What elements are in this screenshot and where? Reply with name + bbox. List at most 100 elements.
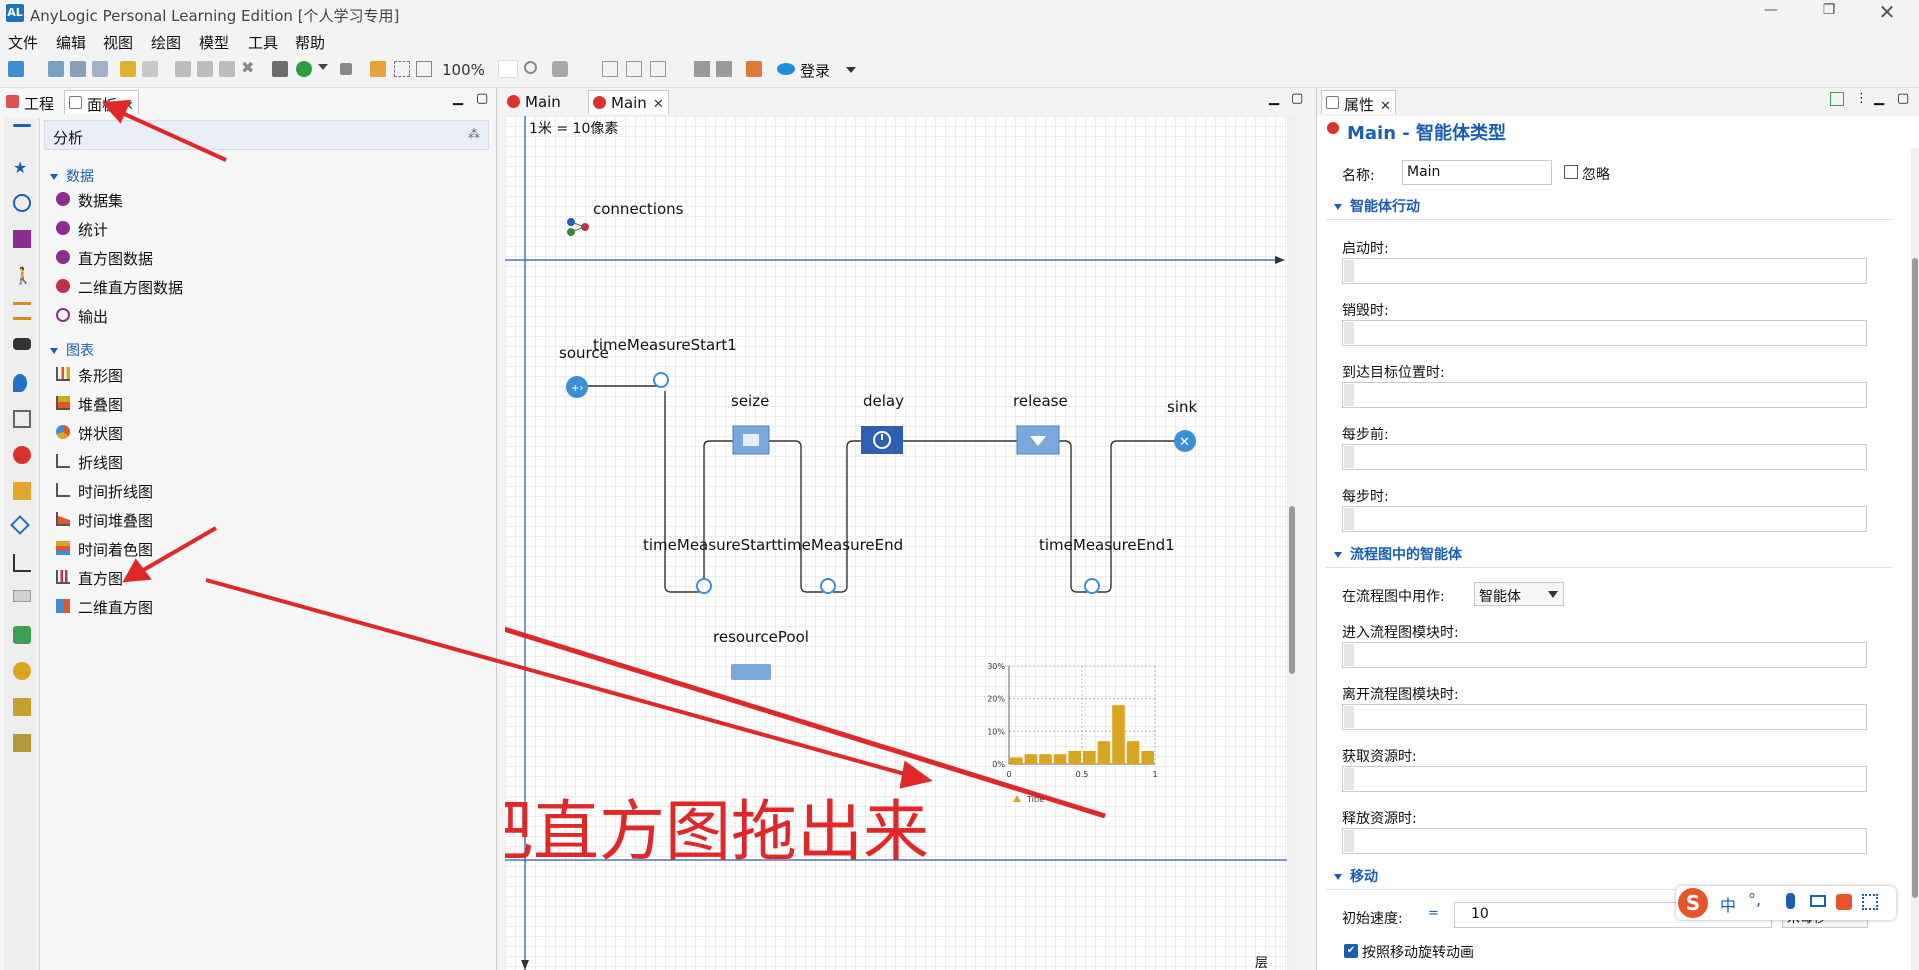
run-icon[interactable] — [296, 61, 312, 77]
scrollbar-thumb[interactable] — [1289, 506, 1295, 674]
rail-icon[interactable] — [13, 302, 31, 320]
flow-use-select[interactable]: 智能体 — [1474, 582, 1564, 606]
agent-icon[interactable] — [13, 446, 31, 464]
menu-model[interactable]: 模型 — [199, 32, 229, 53]
section-charts[interactable]: 图表 — [50, 340, 94, 360]
build-icon[interactable] — [272, 61, 288, 77]
save-icon[interactable] — [70, 61, 86, 77]
run-dropdown-icon[interactable] — [318, 64, 328, 70]
presentation-icon[interactable] — [13, 482, 31, 500]
strip-scroll-icon[interactable] — [13, 124, 31, 127]
pedestrian-icon[interactable]: 🚶 — [13, 266, 33, 285]
cloud-icon[interactable] — [777, 63, 795, 75]
zoom-search-icon[interactable] — [524, 61, 537, 74]
save-all-icon[interactable] — [92, 61, 108, 77]
process-icon[interactable] — [13, 410, 31, 428]
copy-icon[interactable] — [197, 61, 213, 77]
menu-file[interactable]: 文件 — [8, 32, 38, 53]
properties-scrollbar[interactable] — [1911, 148, 1919, 970]
section-data[interactable]: 数据 — [50, 166, 94, 186]
keyboard-icon[interactable] — [1810, 895, 1826, 907]
ime-toolbar[interactable]: S 中 °, — [1676, 886, 1896, 920]
view-mode-icon[interactable]: ⁂ — [468, 127, 480, 141]
library-icon[interactable] — [13, 734, 31, 752]
state-icon[interactable] — [13, 194, 31, 212]
menu-edit[interactable]: 编辑 — [56, 32, 86, 53]
cut-icon[interactable] — [175, 61, 191, 77]
menu-help[interactable]: 帮助 — [295, 32, 325, 53]
on-exit-flowchart-field[interactable] — [1342, 704, 1867, 730]
resourcepool-label[interactable]: resourcePool — [713, 628, 809, 646]
zoom-fit-icon[interactable] — [416, 61, 432, 77]
section-flowchart[interactable]: 流程图中的智能体 — [1326, 544, 1892, 568]
pictures-icon[interactable] — [13, 662, 31, 680]
timemeasureend1-label[interactable]: timeMeasureEnd1 — [1039, 536, 1175, 554]
layers-label[interactable]: 层 — [1255, 952, 1268, 970]
group-icon[interactable] — [650, 61, 666, 77]
ime-logo-icon[interactable]: S — [1678, 888, 1708, 918]
favorites-icon[interactable]: ★ — [13, 158, 31, 177]
controls-icon[interactable] — [13, 590, 31, 602]
zoom-dropdown[interactable] — [498, 60, 518, 78]
tab-palette[interactable]: 面板 ✕ — [64, 90, 139, 114]
delay-label[interactable]: delay — [863, 392, 904, 410]
maximize-properties-icon[interactable]: ▢ — [1897, 91, 1909, 106]
brush-icon[interactable] — [746, 61, 762, 77]
maximize-editor-icon[interactable]: ▢ — [1291, 91, 1303, 106]
on-startup-field[interactable] — [1342, 258, 1867, 284]
on-release-resource-field[interactable] — [1342, 828, 1867, 854]
layer-icon[interactable] — [716, 61, 732, 77]
connection-icon[interactable] — [10, 515, 30, 535]
connections-label[interactable]: connections — [593, 200, 683, 218]
menu-tools[interactable]: 工具 — [248, 32, 278, 53]
system-icon[interactable] — [13, 626, 31, 644]
ime-punct[interactable]: °, — [1748, 890, 1761, 909]
zoom-select-icon[interactable] — [394, 61, 410, 77]
zoom-level[interactable]: 100% — [442, 61, 485, 79]
login-button[interactable]: 登录 — [800, 60, 830, 81]
sink-label[interactable]: sink — [1167, 398, 1197, 416]
on-enter-flowchart-field[interactable] — [1342, 642, 1867, 668]
delete-icon[interactable]: ✖ — [241, 58, 257, 77]
login-dropdown-icon[interactable] — [846, 67, 856, 73]
close-window-button[interactable]: ✕ — [1876, 0, 1898, 24]
section-agent-actions[interactable]: 智能体行动 — [1326, 196, 1892, 220]
seize-label[interactable]: seize — [731, 392, 769, 410]
undo-icon[interactable] — [120, 61, 136, 77]
tab-properties[interactable]: 属性 ✕ — [1321, 90, 1396, 114]
on-seize-resource-field[interactable] — [1342, 766, 1867, 792]
redo-icon[interactable] — [142, 61, 158, 77]
3d-objects-icon[interactable] — [13, 698, 31, 716]
new-icon[interactable] — [8, 61, 24, 77]
ignore-checkbox[interactable] — [1564, 165, 1578, 179]
menu-view[interactable]: 视图 — [103, 32, 133, 53]
paste-icon[interactable] — [219, 61, 235, 77]
stop-icon[interactable] — [340, 63, 352, 75]
maximize-button[interactable]: ❐ — [1818, 2, 1840, 24]
grid-icon[interactable] — [602, 61, 618, 77]
minimize-button[interactable]: — — [1760, 2, 1782, 24]
align-icon[interactable] — [626, 61, 642, 77]
close-tab-icon[interactable]: ✕ — [123, 99, 134, 114]
pan-icon[interactable] — [552, 61, 568, 77]
tab-main-2[interactable]: Main ✕ — [588, 90, 669, 114]
on-before-step-field[interactable] — [1342, 444, 1867, 470]
timemeasurestart1-label[interactable]: timeMeasureStart1 — [593, 336, 737, 354]
charts-icon[interactable] — [13, 230, 31, 248]
rotate-checkbox[interactable]: ✔ — [1344, 944, 1358, 958]
static-value-icon[interactable]: = — [1428, 906, 1439, 921]
analysis-icon[interactable] — [13, 554, 31, 572]
fluid-icon[interactable] — [13, 374, 27, 392]
on-step-field[interactable] — [1342, 506, 1867, 532]
canvas[interactable]: +› ✕ 1米 = 10像素 connections source timeMe… — [505, 116, 1297, 970]
ime-lang[interactable]: 中 — [1720, 892, 1736, 916]
on-arrival-field[interactable] — [1342, 382, 1867, 408]
tool-icon[interactable] — [370, 61, 386, 77]
on-destroy-field[interactable] — [1342, 320, 1867, 346]
minimize-editor-icon[interactable]: ▁ — [1269, 91, 1279, 106]
open-view-icon[interactable] — [1830, 92, 1844, 106]
minimize-properties-icon[interactable]: ▁ — [1874, 91, 1884, 106]
close-tab-icon[interactable]: ✕ — [653, 97, 664, 112]
order-icon[interactable] — [694, 61, 710, 77]
name-input[interactable]: Main — [1402, 160, 1552, 185]
